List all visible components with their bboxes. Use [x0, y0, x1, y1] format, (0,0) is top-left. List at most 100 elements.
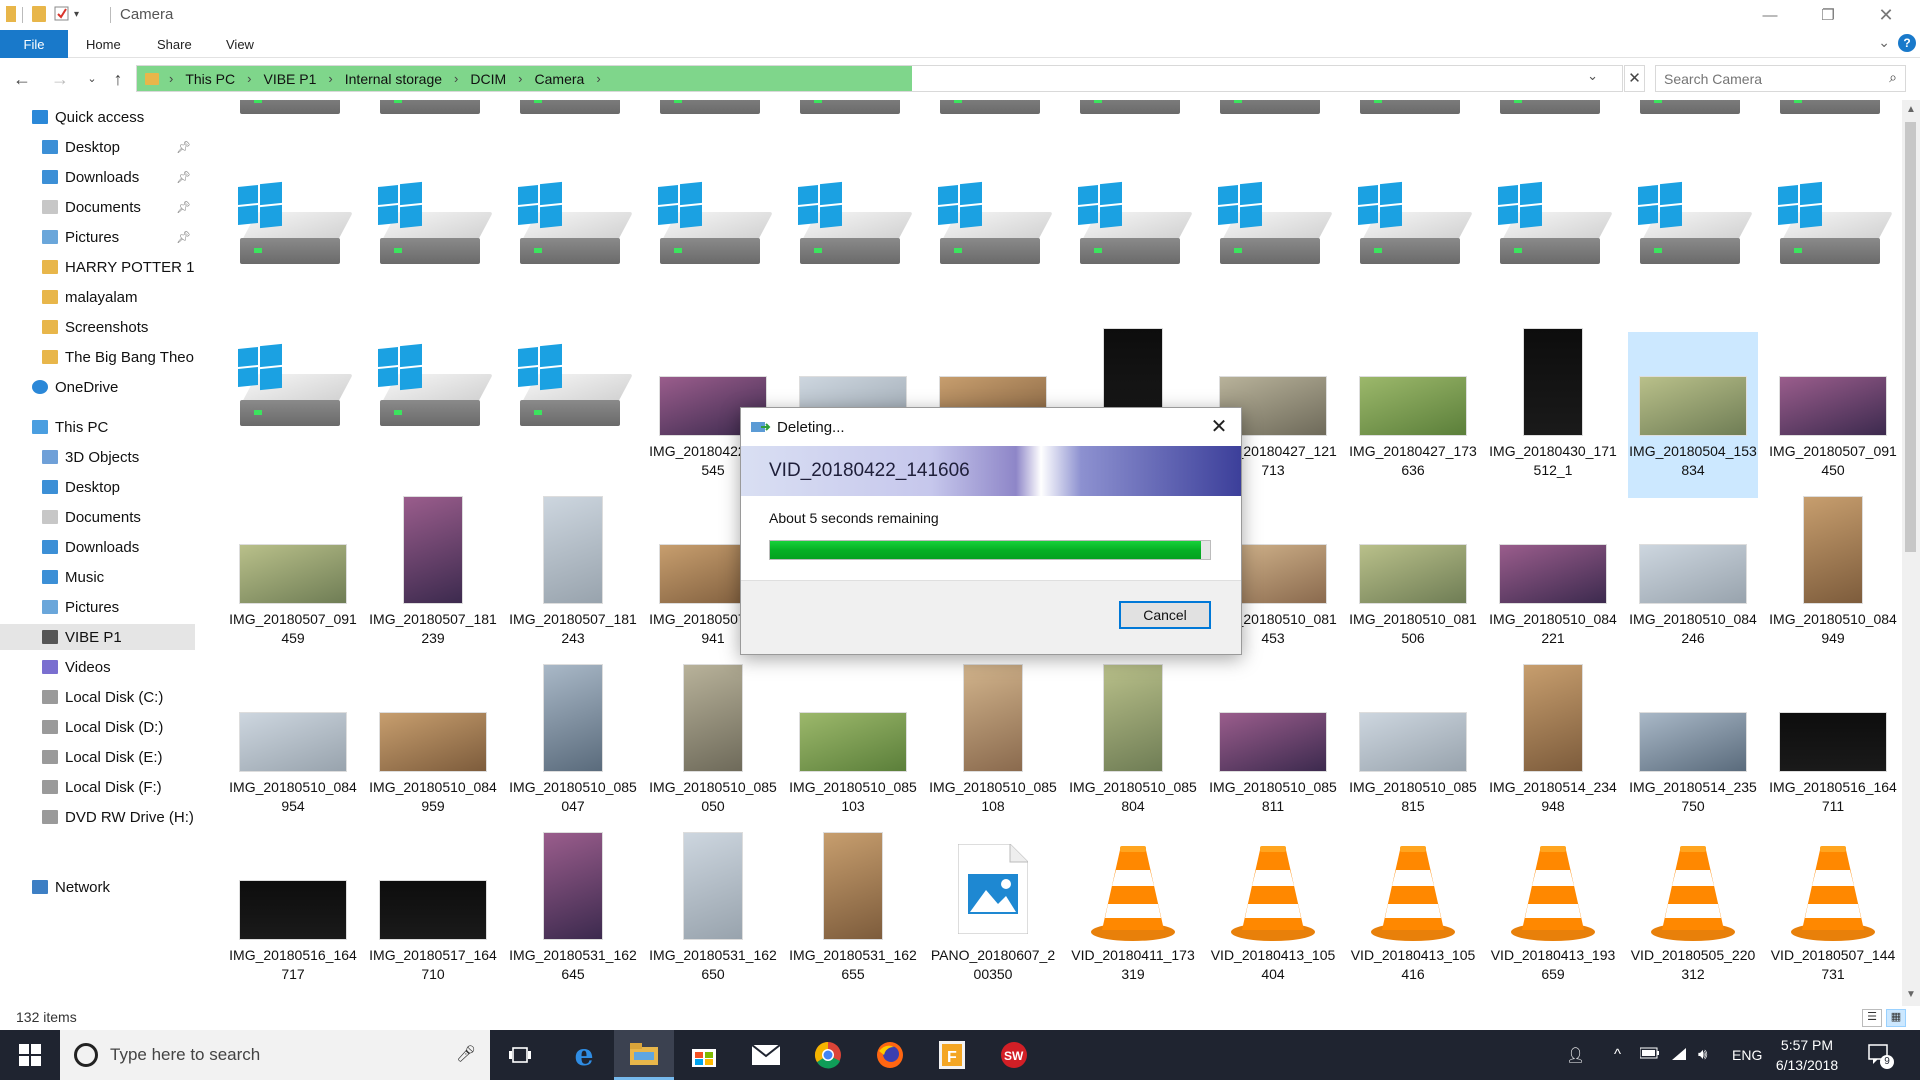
sidebar-item-3d-objects[interactable]: 3D Objects — [42, 444, 139, 470]
battery-icon[interactable] — [1639, 1046, 1660, 1063]
file-tile[interactable]: IMG_20180507_091459 — [228, 500, 358, 666]
sidebar-item-onedrive[interactable]: OneDrive — [32, 374, 118, 400]
file-tile[interactable]: IMG_20180507_091450 — [1768, 332, 1898, 498]
expand-ribbon-chevron-icon[interactable]: ⌄ — [1878, 34, 1890, 51]
tab-view[interactable]: View — [226, 37, 254, 52]
sidebar-item-vibe-p1[interactable]: VIBE P1 — [0, 624, 195, 650]
sidebar-item-pictures[interactable]: Pictures — [42, 224, 119, 250]
back-arrow-icon[interactable]: ← — [10, 67, 34, 91]
file-tile[interactable]: IMG_20180516_164711 — [1768, 668, 1898, 834]
scroll-up-arrow-icon[interactable]: ▲ — [1902, 101, 1920, 119]
show-hidden-icons-chevron-icon[interactable]: ^ — [1614, 1046, 1621, 1063]
breadcrumb-separator-icon[interactable]: › — [596, 71, 600, 86]
file-tile[interactable]: IMG_20180510_084959 — [368, 668, 498, 834]
sidebar-item-pictures[interactable]: Pictures — [42, 594, 119, 620]
address-bar[interactable]: › This PC › VIBE P1 › Internal storage ›… — [136, 65, 1623, 92]
details-view-icon[interactable]: ☰ — [1862, 1009, 1882, 1027]
scroll-down-arrow-icon[interactable]: ▼ — [1902, 986, 1920, 1004]
breadcrumb-this-pc[interactable]: This PC — [185, 71, 235, 87]
forward-arrow-icon[interactable]: → — [48, 67, 72, 91]
file-tile[interactable]: IMG_20180510_085815 — [1348, 668, 1478, 834]
file-tile[interactable]: IMG_20180510_084221 — [1488, 500, 1618, 666]
edge-browser-icon[interactable]: e — [554, 1030, 614, 1080]
file-tile[interactable]: IMG_20180514_234948 — [1488, 664, 1618, 834]
file-tile[interactable]: IMG_20180510_085108 — [928, 664, 1058, 834]
file-tile[interactable]: IMG_20180510_084246 — [1628, 500, 1758, 666]
drive-tile[interactable] — [508, 332, 638, 498]
file-tile[interactable]: IMG_20180510_085047 — [508, 664, 638, 834]
sidebar-item-local-disk-c[interactable]: Local Disk (C:) — [42, 684, 163, 710]
recent-locations-chevron-icon[interactable]: ⌄ — [80, 67, 104, 91]
file-tile[interactable]: IMG_20180510_081506 — [1348, 500, 1478, 666]
drive-tile[interactable] — [368, 170, 498, 336]
sidebar-item-documents[interactable]: Documents — [42, 504, 141, 530]
file-tile[interactable]: IMG_20180510_085050 — [648, 664, 778, 834]
sidebar-item-local-disk-d[interactable]: Local Disk (D:) — [42, 714, 163, 740]
clock[interactable]: 5:57 PM 6/13/2018 — [1762, 1035, 1852, 1075]
firefox-icon[interactable] — [860, 1030, 920, 1080]
file-tile[interactable]: IMG_20180430_171512_1 — [1488, 328, 1618, 498]
breadcrumb-separator-icon[interactable]: › — [328, 71, 332, 86]
tab-share[interactable]: Share — [157, 37, 192, 52]
drive-tile[interactable] — [228, 170, 358, 336]
wifi-icon[interactable] — [1670, 1046, 1688, 1066]
solidworks-icon[interactable]: SW — [984, 1030, 1044, 1080]
close-button[interactable]: ✕ — [1858, 0, 1914, 30]
cancel-button[interactable]: Cancel — [1119, 601, 1211, 629]
drive-tile[interactable] — [928, 170, 1058, 336]
sidebar-item-quick-access[interactable]: Quick access — [32, 104, 144, 130]
input-language[interactable]: ENG — [1732, 1047, 1762, 1063]
breadcrumb-internal-storage[interactable]: Internal storage — [345, 71, 442, 87]
volume-icon[interactable]: 🔊︎ — [1698, 1046, 1707, 1063]
scrollbar-thumb[interactable] — [1905, 122, 1916, 552]
file-tile[interactable]: IMG_20180517_164710 — [368, 836, 498, 1002]
task-view-icon[interactable] — [490, 1030, 550, 1080]
breadcrumb-separator-icon[interactable]: › — [454, 71, 458, 86]
file-tile[interactable]: IMG_20180510_085103 — [788, 668, 918, 834]
help-icon[interactable]: ? — [1898, 34, 1916, 52]
drive-tile[interactable] — [1768, 170, 1898, 336]
file-tile[interactable]: IMG_20180507_181239 — [368, 496, 498, 666]
file-tile[interactable]: IMG_20180514_235750 — [1628, 668, 1758, 834]
sidebar-item-local-disk-f[interactable]: Local Disk (F:) — [42, 774, 162, 800]
file-tile[interactable]: IMG_20180504_153834 — [1628, 332, 1758, 498]
search-box[interactable]: ⌕ — [1655, 65, 1906, 92]
file-tile[interactable]: IMG_20180510_084949 — [1768, 496, 1898, 666]
sidebar-item-screenshots[interactable]: Screenshots — [42, 314, 148, 340]
address-history-chevron-icon[interactable]: ⌄ — [1587, 68, 1598, 84]
drive-tile[interactable] — [1348, 170, 1478, 336]
file-tile[interactable]: IMG_20180510_085811 — [1208, 668, 1338, 834]
drive-tile[interactable] — [368, 332, 498, 498]
action-center-icon[interactable]: 9 — [1868, 1044, 1894, 1070]
drive-tile[interactable] — [508, 170, 638, 336]
drive-tile[interactable] — [1628, 170, 1758, 336]
start-button[interactable] — [0, 1030, 60, 1080]
new-folder-icon[interactable] — [32, 6, 46, 22]
tab-file[interactable]: File — [0, 30, 68, 58]
file-explorer-taskbar-icon[interactable] — [614, 1030, 674, 1080]
breadcrumb-camera[interactable]: Camera — [535, 71, 585, 87]
file-tile[interactable]: IMG_20180510_084954 — [228, 668, 358, 834]
sidebar-item-documents[interactable]: Documents — [42, 194, 141, 220]
sidebar-item-this-pc[interactable]: This PC — [32, 414, 108, 440]
drive-tile[interactable] — [788, 170, 918, 336]
customize-toolbar-chevron-icon[interactable]: ▾ — [74, 9, 88, 25]
tab-home[interactable]: Home — [86, 37, 121, 52]
sidebar-item-desktop[interactable]: Desktop — [42, 134, 120, 160]
sidebar-item-network[interactable]: Network — [32, 874, 110, 900]
file-tile[interactable]: PANO_20180607_200350 — [928, 836, 1058, 1002]
store-icon[interactable] — [674, 1030, 734, 1080]
sidebar-item-harry-potter-1-8[interactable]: HARRY POTTER 1-8 — [42, 254, 195, 280]
mail-icon[interactable] — [736, 1030, 796, 1080]
drive-tile[interactable] — [1488, 170, 1618, 336]
sidebar-item-videos[interactable]: Videos — [42, 654, 111, 680]
sidebar-item-music[interactable]: Music — [42, 564, 104, 590]
video-file-tile[interactable]: VID_20180413_105404 — [1208, 836, 1338, 1002]
chrome-icon[interactable] — [798, 1030, 858, 1080]
microphone-icon[interactable]: 🎤︎ — [456, 1044, 476, 1064]
sidebar-item-desktop[interactable]: Desktop — [42, 474, 120, 500]
file-tile[interactable]: IMG_20180531_162645 — [508, 832, 638, 1002]
file-tile[interactable]: IMG_20180427_173636 — [1348, 332, 1478, 498]
minimize-button[interactable]: — — [1742, 0, 1798, 30]
file-tile[interactable]: IMG_20180516_164717 — [228, 836, 358, 1002]
